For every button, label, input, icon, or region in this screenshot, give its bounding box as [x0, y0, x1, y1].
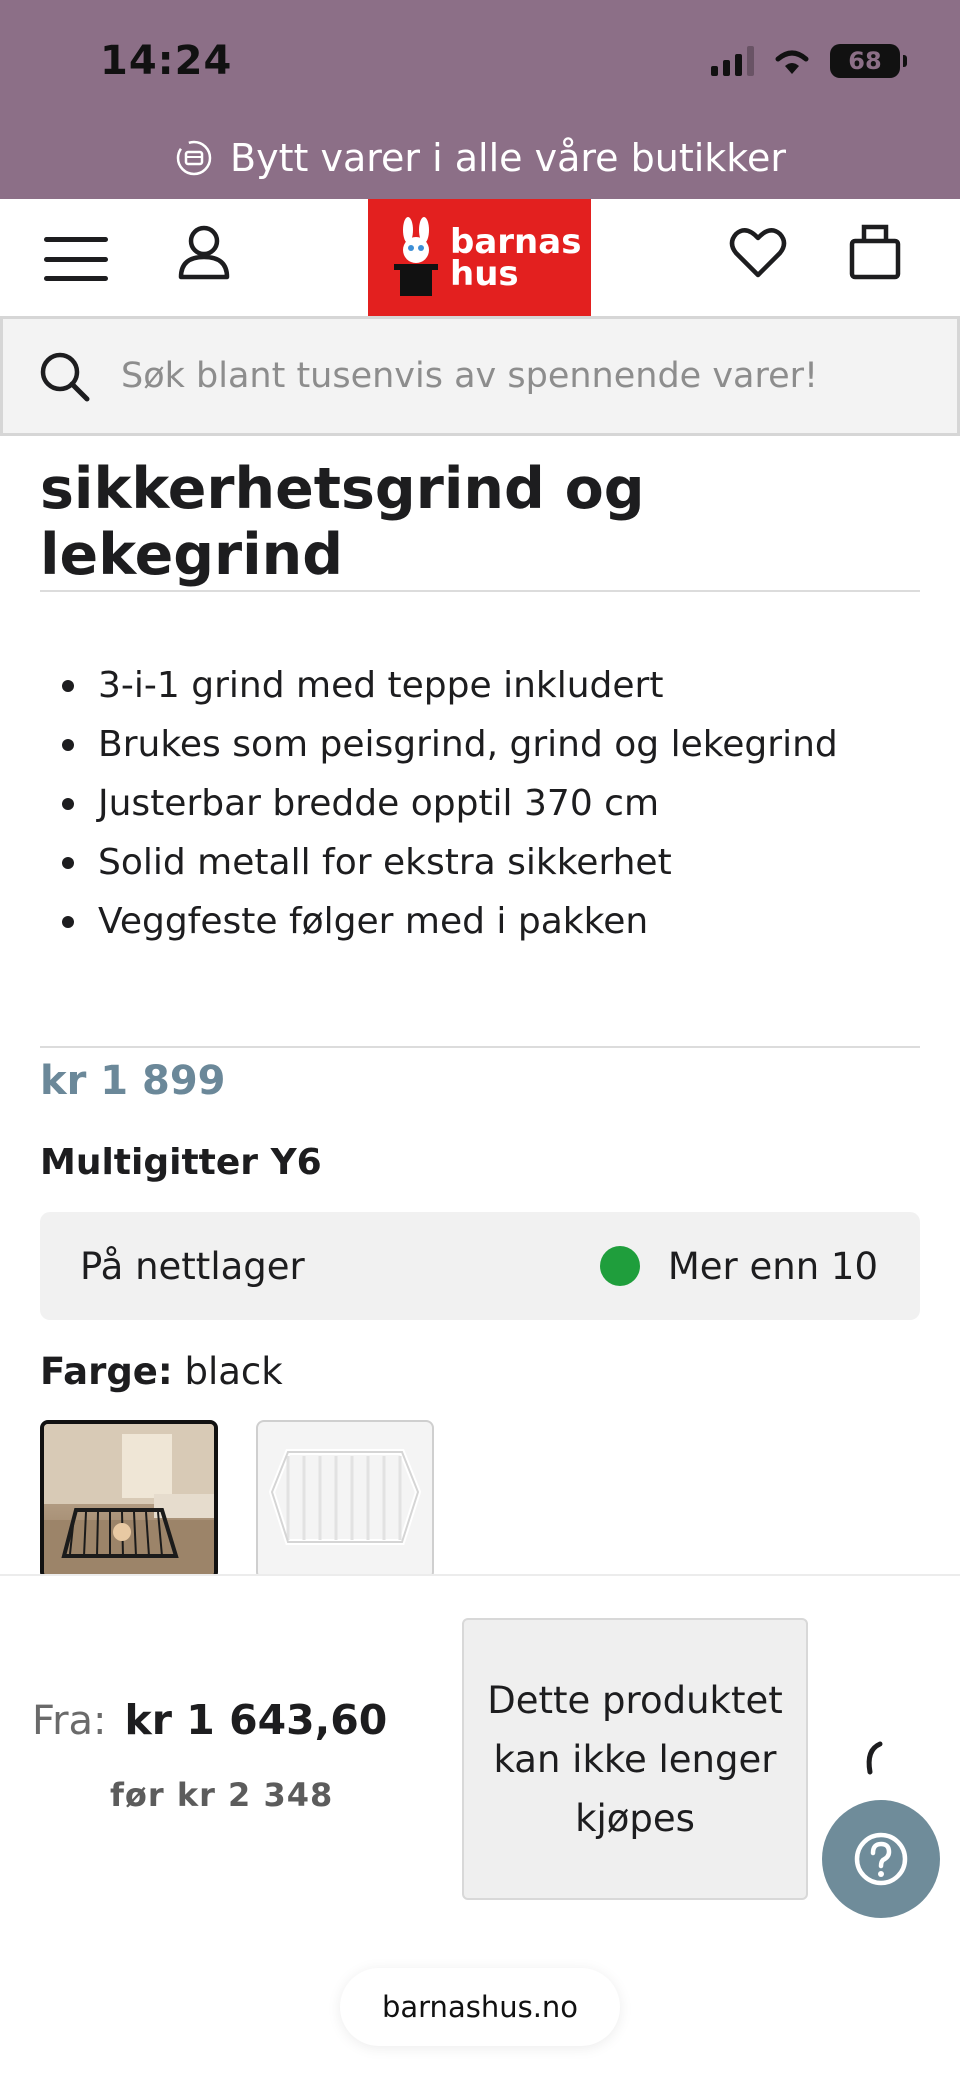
menu-icon[interactable]: [44, 237, 108, 281]
browser-url-pill[interactable]: barnashus.no: [340, 1968, 620, 2046]
barnas-hus-logo[interactable]: barnas hus: [368, 199, 591, 316]
feature-item: 3-i-1 grind med teppe inkludert: [62, 656, 858, 715]
product-unavailable-button[interactable]: Dette produktet kan ikke lenger kjøpes: [462, 1618, 808, 1900]
loading-spinner-icon: [866, 1741, 883, 1775]
sticky-purchase-bar: Fra: kr 1 643,60 før kr 2 348 Dette prod…: [0, 1574, 960, 2078]
stock-availability: På nettlager Mer enn 10: [40, 1212, 920, 1320]
color-label: Farge:: [40, 1350, 173, 1393]
product-price: kr 1 899: [40, 1058, 226, 1104]
search-icon: [40, 352, 90, 402]
color-value: black: [184, 1350, 283, 1393]
divider: [40, 590, 920, 592]
color-selector-label: Farge: black: [40, 1350, 283, 1393]
feature-item: Justerbar bredde opptil 370 cm: [62, 774, 858, 833]
shopping-bag-icon[interactable]: [848, 221, 902, 281]
from-price-row: Fra: kr 1 643,60: [32, 1696, 387, 1744]
wishlist-heart-icon[interactable]: [728, 223, 788, 283]
stock-status: Mer enn 10: [667, 1244, 878, 1288]
account-icon[interactable]: [176, 223, 232, 283]
from-label: Fra:: [32, 1698, 107, 1744]
exchange-banner[interactable]: Bytt varer i alle våre butikker: [0, 128, 960, 188]
original-price: før kr 2 348: [110, 1776, 334, 1814]
status-icons: 68: [711, 44, 907, 78]
black-playpen-image: [44, 1424, 214, 1576]
feature-item: Veggfeste følger med i pakken: [62, 892, 858, 951]
color-swatch-white[interactable]: [256, 1420, 434, 1580]
top-band: 14:24 68 Bytt varer i alle våre butikker: [0, 0, 960, 199]
search-input[interactable]: [121, 356, 921, 396]
cellular-signal-icon: [711, 46, 754, 76]
color-swatch-black[interactable]: [40, 1420, 218, 1580]
status-time: 14:24: [100, 38, 233, 84]
white-playpen-image: [268, 1449, 422, 1545]
product-title: sikkerhetsgrind og lekegrind: [40, 456, 645, 588]
battery-icon: 68: [830, 44, 907, 78]
search-bar[interactable]: [0, 316, 960, 436]
exchange-icon: [176, 140, 212, 176]
feature-list: 3-i-1 grind med teppe inkludert Brukes s…: [62, 656, 858, 951]
feature-item: Solid metall for ekstra sikkerhet: [62, 833, 858, 892]
wifi-icon: [775, 50, 809, 74]
sale-price: kr 1 643,60: [124, 1696, 388, 1744]
help-button[interactable]: [822, 1800, 940, 1918]
stock-location: På nettlager: [80, 1244, 305, 1288]
variant-name: Multigitter Y6: [40, 1142, 322, 1183]
divider: [40, 1046, 920, 1048]
logo-wordmark: barnas hus: [450, 221, 582, 294]
feature-item: Brukes som peisgrind, grind og lekegrind: [62, 715, 858, 774]
banner-text: Bytt varer i alle våre butikker: [230, 136, 786, 180]
rabbit-logo-icon: [394, 216, 438, 296]
question-mark-icon: [854, 1832, 908, 1886]
in-stock-dot-icon: [599, 1246, 640, 1286]
